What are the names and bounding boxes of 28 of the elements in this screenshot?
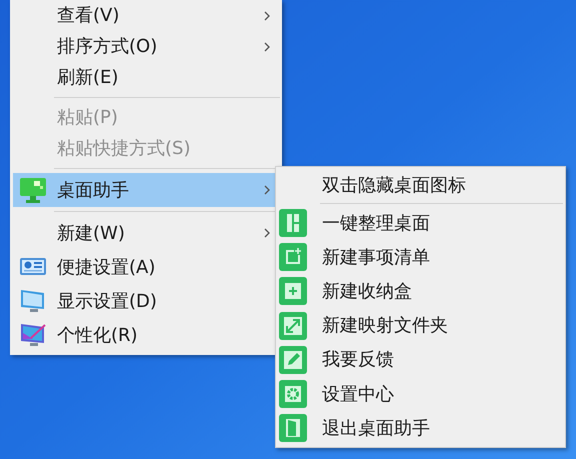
chevron-right-icon [263, 10, 271, 22]
chevron-right-icon [263, 40, 271, 52]
menu-item[interactable]: 新建收纳盒 [276, 274, 565, 309]
door-icon [278, 413, 308, 444]
menu-item[interactable]: 新建(W) [13, 216, 279, 250]
layout-icon [278, 208, 308, 238]
menu-item[interactable]: 双击隐藏桌面图标 [276, 169, 565, 201]
menu-item[interactable]: 我要反馈 [276, 342, 565, 377]
plus-icon [278, 276, 308, 306]
menu-item[interactable]: 设置中心 [276, 376, 565, 412]
menu-item[interactable]: 一键整理桌面 [276, 206, 565, 240]
monitor-icon [19, 287, 47, 315]
menu-item[interactable]: 查看(V) [13, 0, 279, 31]
chevron-right-icon [263, 184, 271, 196]
menu-item[interactable]: 新建事项清单 [276, 240, 565, 274]
menu-item[interactable]: 刷新(E) [13, 62, 279, 93]
menu-item[interactable]: 个性化(R) [13, 318, 279, 352]
add-note-icon [278, 242, 308, 272]
menu-item[interactable]: 退出桌面助手 [276, 411, 565, 446]
monitor-icon [19, 321, 47, 349]
menu-item[interactable]: 排序方式(O) [13, 31, 279, 62]
chevron-right-icon [263, 227, 271, 239]
menu-item[interactable]: 新建映射文件夹 [276, 308, 565, 343]
menu-item[interactable]: 便捷设置(A) [13, 250, 279, 284]
pencil-icon [278, 344, 308, 375]
gear-icon [278, 379, 308, 410]
monitor-icon [19, 176, 47, 204]
menu-item[interactable]: 显示设置(D) [13, 284, 279, 318]
